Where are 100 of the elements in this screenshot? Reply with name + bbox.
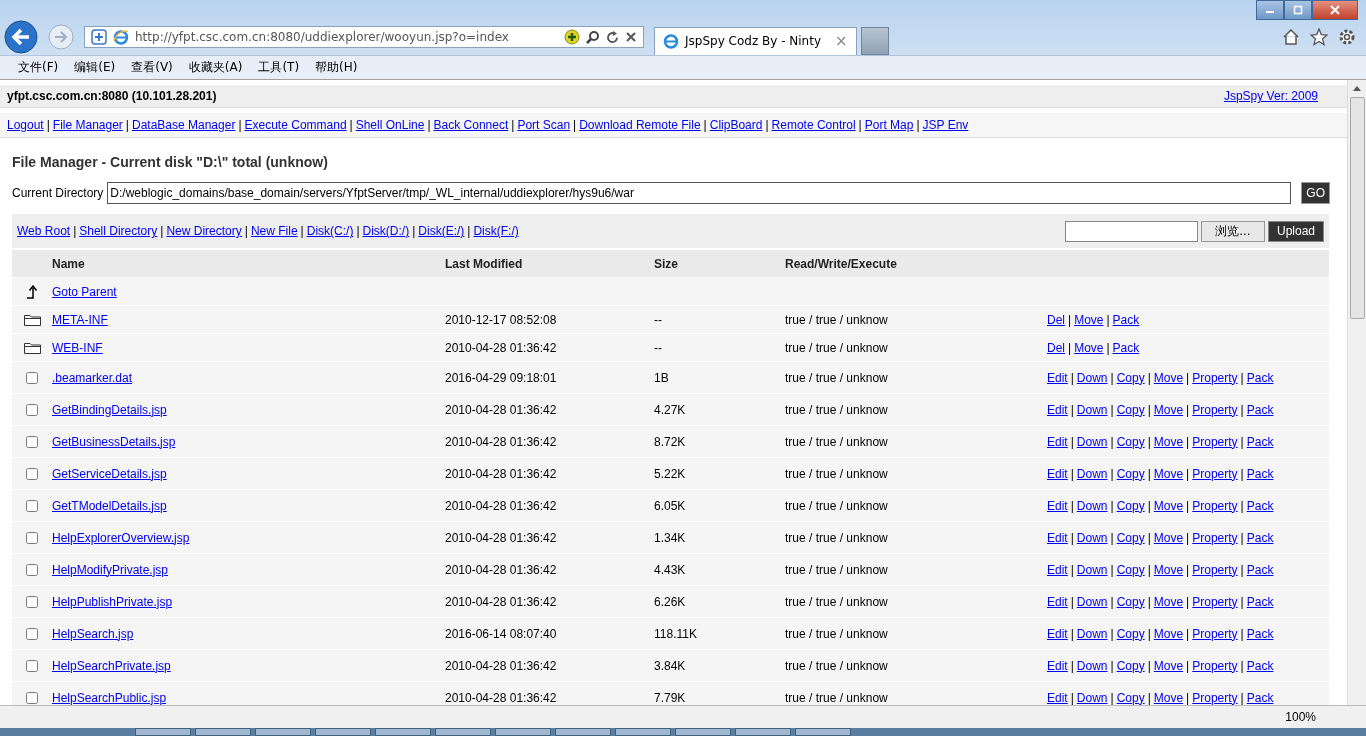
action-link[interactable]: Edit (1047, 562, 1068, 577)
nav-link[interactable]: DataBase Manager (132, 118, 236, 132)
action-link[interactable]: Copy (1116, 402, 1145, 417)
taskbar-button[interactable] (615, 728, 671, 736)
new-tab-button[interactable] (860, 26, 889, 55)
address-bar[interactable]: http://yfpt.csc.com.cn:8080/uddiexplorer/wooyun.jsp?o=index (84, 26, 644, 49)
action-link[interactable]: Del (1047, 340, 1065, 355)
file-name-link[interactable]: Goto Parent (52, 284, 117, 299)
shortcut-link[interactable]: New File (250, 224, 298, 238)
close-icon[interactable] (1312, 0, 1358, 20)
action-link[interactable]: Move (1153, 594, 1184, 609)
maximize-icon[interactable] (1284, 0, 1312, 20)
taskbar-button[interactable] (315, 728, 371, 736)
file-name-link[interactable]: GetTModelDetails.jsp (52, 498, 167, 513)
home-icon[interactable] (1282, 28, 1300, 47)
nav-link[interactable]: ClipBoard (709, 118, 763, 132)
plus-icon[interactable] (564, 29, 580, 46)
action-link[interactable]: Property (1192, 562, 1238, 577)
action-link[interactable]: Down (1076, 434, 1108, 449)
action-link[interactable]: Move (1153, 626, 1184, 641)
browse-button[interactable]: 浏览... (1200, 220, 1265, 242)
row-checkbox[interactable] (26, 691, 38, 704)
refresh-icon[interactable] (606, 30, 619, 44)
action-link[interactable]: Edit (1047, 498, 1068, 513)
shortcut-link[interactable]: Disk(D:/) (362, 224, 410, 238)
action-link[interactable]: Pack (1246, 466, 1274, 481)
action-link[interactable]: Edit (1047, 626, 1068, 641)
nav-link[interactable]: Port Map (864, 118, 914, 132)
zoom-level[interactable]: 100% (1285, 710, 1316, 724)
action-link[interactable]: Copy (1116, 370, 1145, 385)
action-link[interactable]: Move (1153, 498, 1184, 513)
action-link[interactable]: Property (1192, 402, 1238, 417)
action-link[interactable]: Copy (1116, 530, 1145, 545)
action-link[interactable]: Down (1076, 594, 1108, 609)
file-name-link[interactable]: WEB-INF (52, 340, 103, 355)
action-link[interactable]: Edit (1047, 530, 1068, 545)
action-link[interactable]: Pack (1112, 312, 1140, 327)
shortcut-link[interactable]: Disk(E:/) (418, 224, 465, 238)
action-link[interactable]: Down (1076, 690, 1108, 705)
file-name-link[interactable]: HelpSearch.jsp (52, 626, 134, 641)
file-name-link[interactable]: HelpModifyPrivate.jsp (52, 562, 169, 577)
menu-item[interactable]: 查看(V) (131, 58, 173, 76)
taskbar-button[interactable] (795, 728, 851, 736)
menu-item[interactable]: 编辑(E) (74, 58, 116, 76)
file-name-link[interactable]: .beamarker.dat (52, 370, 133, 385)
action-link[interactable]: Pack (1246, 530, 1274, 545)
taskbar-button[interactable] (675, 728, 731, 736)
shortcut-link[interactable]: Disk(C:/) (306, 224, 354, 238)
action-link[interactable]: Pack (1246, 658, 1274, 673)
file-path-field[interactable] (1064, 220, 1198, 242)
action-link[interactable]: Copy (1116, 498, 1145, 513)
close-tab-button[interactable]: × (835, 32, 848, 51)
file-name-link[interactable]: HelpPublishPrivate.jsp (52, 594, 173, 609)
action-link[interactable]: Pack (1246, 402, 1274, 417)
action-link[interactable]: Down (1076, 370, 1108, 385)
action-link[interactable]: Move (1074, 340, 1104, 355)
taskbar-button[interactable] (735, 728, 791, 736)
taskbar-button[interactable] (195, 728, 251, 736)
action-link[interactable]: Edit (1047, 466, 1068, 481)
action-link[interactable]: Move (1153, 530, 1184, 545)
action-link[interactable]: Pack (1246, 594, 1274, 609)
action-link[interactable]: Pack (1246, 498, 1274, 513)
row-checkbox[interactable] (26, 531, 38, 544)
taskbar-button[interactable] (555, 728, 611, 736)
row-checkbox[interactable] (26, 403, 38, 416)
search-icon[interactable] (586, 30, 600, 45)
action-link[interactable]: Edit (1047, 370, 1068, 385)
file-name-link[interactable]: HelpSearchPrivate.jsp (52, 658, 171, 673)
action-link[interactable]: Pack (1246, 626, 1274, 641)
action-link[interactable]: Move (1153, 690, 1184, 705)
row-checkbox[interactable] (26, 627, 38, 640)
row-checkbox[interactable] (26, 595, 38, 608)
action-link[interactable]: Copy (1116, 434, 1145, 449)
action-link[interactable]: Edit (1047, 690, 1068, 705)
close-icon[interactable] (625, 31, 637, 44)
action-link[interactable]: Copy (1116, 466, 1145, 481)
shortcut-link[interactable]: New Directory (166, 224, 242, 238)
action-link[interactable]: Move (1153, 370, 1184, 385)
shortcut-link[interactable]: Shell Directory (79, 224, 158, 238)
action-link[interactable]: Pack (1246, 434, 1274, 449)
action-link[interactable]: Property (1192, 530, 1238, 545)
row-checkbox[interactable] (26, 371, 38, 384)
action-link[interactable]: Edit (1047, 402, 1068, 417)
row-checkbox[interactable] (26, 659, 38, 672)
action-link[interactable]: Edit (1047, 434, 1068, 449)
action-link[interactable]: Del (1047, 312, 1065, 327)
action-link[interactable]: Move (1074, 312, 1104, 327)
file-name-link[interactable]: HelpSearchPublic.jsp (52, 690, 167, 705)
scrollbar[interactable] (1347, 80, 1366, 705)
action-link[interactable]: Down (1076, 466, 1108, 481)
action-link[interactable]: Edit (1047, 594, 1068, 609)
taskbar-button[interactable] (435, 728, 491, 736)
action-link[interactable]: Edit (1047, 658, 1068, 673)
action-link[interactable]: Move (1153, 562, 1184, 577)
taskbar-button[interactable] (135, 728, 191, 736)
shield-icon[interactable] (91, 29, 107, 46)
action-link[interactable]: Property (1192, 370, 1238, 385)
nav-link[interactable]: Port Scan (517, 118, 571, 132)
shortcut-link[interactable]: Disk(F:/) (473, 224, 519, 238)
action-link[interactable]: Property (1192, 658, 1238, 673)
